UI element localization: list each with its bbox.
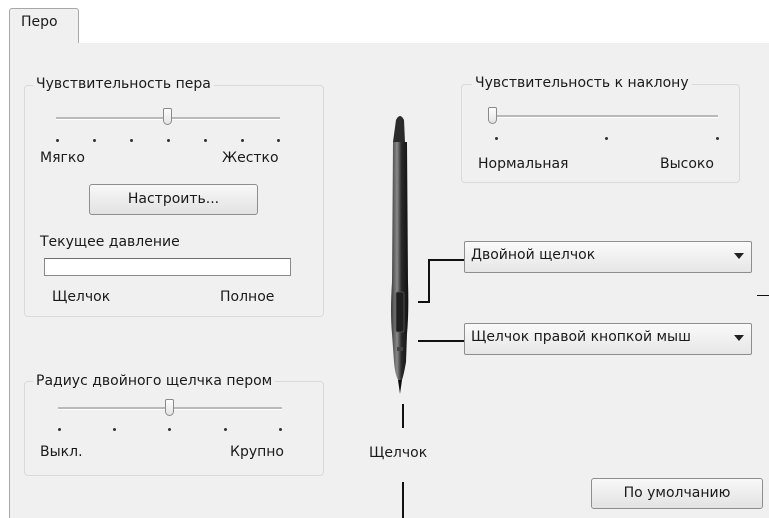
tilt-sensitivity-track [494,115,718,118]
tick [113,428,116,431]
upper-button-connector-v [428,259,430,303]
tab-pen-label: Перо [21,14,58,30]
double-click-radius-slider[interactable] [165,399,174,416]
tilt-sensitivity-min-label: Нормальная [478,156,569,172]
pen-sensitivity-slider[interactable] [163,108,172,125]
pressure-min-label: Щелчок [52,289,111,305]
pen-tip-label: Щелчок [369,445,428,461]
current-pressure-title: Текущее давление [40,234,180,250]
tilt-sensitivity-slider[interactable] [488,107,497,124]
upper-pen-button-value: Двойной щелчок [471,247,596,263]
lower-pen-button-dropdown[interactable]: Щелчок правой кнопкой мыш [464,323,752,355]
current-pressure-bar [44,258,291,276]
pen-sensitivity-title: Чувствительность пера [33,76,214,92]
tick [58,428,61,431]
tick [167,139,170,142]
lower-pen-button-value: Щелчок правой кнопкой мыш [471,329,691,345]
tick [224,428,227,431]
chevron-down-icon [734,253,744,259]
tick [277,139,280,142]
tick [495,137,498,140]
tick [279,428,282,431]
tick [241,139,244,142]
tick [168,428,171,431]
tilt-sensitivity-max-label: Высоко [660,156,714,172]
tick [56,139,59,142]
pen-illustration [391,116,409,394]
tip-connector-top [402,404,404,428]
tick [130,139,133,142]
chevron-down-icon [734,335,744,341]
default-button[interactable]: По умолчанию [591,478,763,509]
tick [716,137,719,140]
tick [93,139,96,142]
tick [605,137,608,140]
lower-button-connector [418,340,464,342]
tilt-sensitivity-title: Чувствительность к наклону [472,75,692,91]
tab-pen[interactable]: Перо [9,8,79,44]
side-edge-marker [757,295,769,296]
upper-button-connector-foot [418,301,430,303]
double-click-radius-title: Радиус двойного щелчка пером [33,373,276,389]
tip-connector-bottom [402,482,404,518]
double-click-radius-min-label: Выкл. [40,444,83,460]
pen-sensitivity-max-label: Жестко [222,150,279,166]
pressure-max-label: Полное [220,289,275,305]
upper-pen-button-dropdown[interactable]: Двойной щелчок [464,241,752,273]
upper-button-connector-h [428,259,464,261]
double-click-radius-max-label: Крупно [230,444,284,460]
customize-button[interactable]: Настроить... [89,184,258,215]
tick [204,139,207,142]
pen-sensitivity-min-label: Мягко [40,150,85,166]
